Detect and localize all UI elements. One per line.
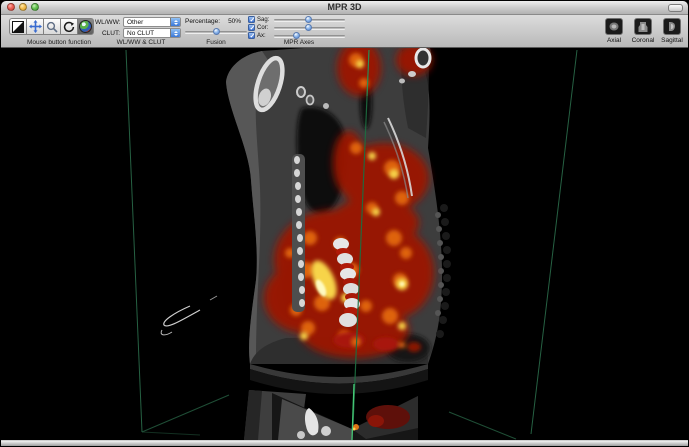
percentage-value: 50% xyxy=(228,18,241,25)
dropdown-arrows-icon xyxy=(170,18,180,26)
wlww-group-caption: WL/WW & CLUT xyxy=(95,39,187,46)
axial-thumbnail-icon xyxy=(608,21,620,32)
wlww-label: WL/WW: xyxy=(95,19,120,26)
ax-checkbox[interactable] xyxy=(248,32,255,39)
toolbar-toggle-button[interactable] xyxy=(668,4,683,12)
zoom-tool-button[interactable] xyxy=(43,18,60,35)
mouse-button-group xyxy=(9,18,94,35)
dropdown-arrows-icon xyxy=(170,29,180,37)
view-buttons-group: Axial Coronal Sagittal xyxy=(602,18,684,44)
cor-slider-thumb[interactable] xyxy=(305,24,312,31)
toolbar: Mouse button function WL/WW: Other CLUT:… xyxy=(1,15,688,48)
3d-rotate-tool-button[interactable] xyxy=(77,18,94,35)
clut-label: CLUT: xyxy=(95,30,120,37)
cor-label: Cor: xyxy=(257,25,272,31)
rotate-tool-button[interactable] xyxy=(60,18,77,35)
sagittal-view-button[interactable]: Sagittal xyxy=(660,18,684,44)
rotate-icon xyxy=(63,21,75,33)
sag-checkbox[interactable] xyxy=(248,16,255,23)
clut-dropdown[interactable]: No CLUT xyxy=(123,28,181,38)
coronal-button-label: Coronal xyxy=(632,37,655,44)
wlww-tool-button[interactable] xyxy=(9,18,26,35)
coronal-view-button[interactable]: Coronal xyxy=(631,18,655,44)
axial-view-button[interactable]: Axial xyxy=(602,18,626,44)
coronal-thumbnail-icon xyxy=(637,21,649,32)
window-title: MPR 3D xyxy=(1,2,688,12)
contrast-wlww-icon xyxy=(12,21,24,33)
viewport-frame xyxy=(4,48,685,440)
clut-dropdown-value: No CLUT xyxy=(127,30,154,37)
ax-slider[interactable] xyxy=(274,32,345,39)
sag-label: Sag: xyxy=(257,17,272,23)
sagittal-button-label: Sagittal xyxy=(661,37,683,44)
ax-label: Ax: xyxy=(257,33,272,39)
magnifier-zoom-icon xyxy=(46,21,58,33)
sag-slider[interactable] xyxy=(274,16,345,23)
sagittal-thumbnail-icon xyxy=(666,21,678,32)
percentage-label: Percentage: xyxy=(185,18,220,25)
pan-tool-button[interactable] xyxy=(26,18,43,35)
wlww-dropdown[interactable]: Other xyxy=(123,17,181,27)
wlww-dropdown-value: Other xyxy=(127,19,143,26)
fusion-group-caption: Fusion xyxy=(185,39,247,46)
ax-slider-thumb[interactable] xyxy=(293,32,300,39)
3d-sphere-rotate-icon xyxy=(79,20,92,33)
cor-checkbox[interactable] xyxy=(248,24,255,31)
mpr-3d-window: MPR 3D xyxy=(1,1,688,446)
axial-button-label: Axial xyxy=(607,37,621,44)
mpr-axes-group-caption: MPR Axes xyxy=(253,39,345,46)
fusion-percentage-slider[interactable] xyxy=(185,28,247,35)
fusion-slider-thumb[interactable] xyxy=(213,28,220,35)
mouse-group-caption: Mouse button function xyxy=(9,39,109,46)
window-titlebar[interactable]: MPR 3D xyxy=(1,1,688,15)
cor-slider[interactable] xyxy=(274,24,345,31)
pan-arrows-icon xyxy=(29,20,42,33)
window-bottom-edge xyxy=(1,440,688,446)
sag-slider-thumb[interactable] xyxy=(305,16,312,23)
mpr-3d-viewport[interactable] xyxy=(4,48,685,440)
